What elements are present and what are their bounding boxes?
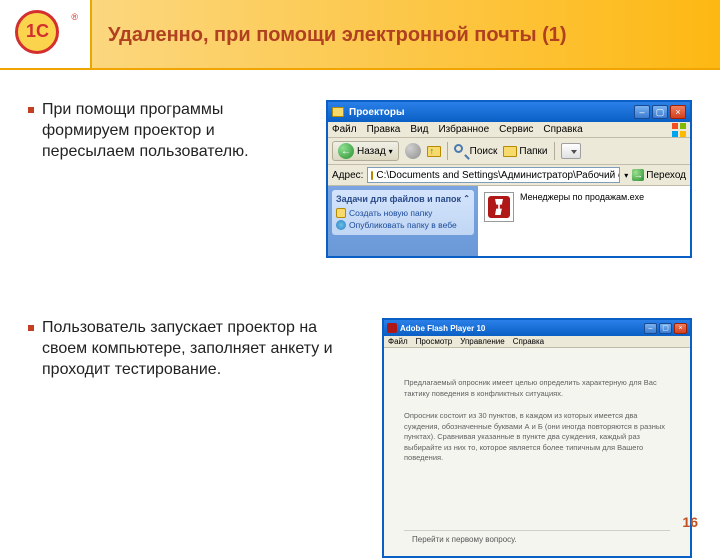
minimize-button[interactable]: – [634, 105, 650, 119]
flash-close-button[interactable]: × [674, 323, 687, 334]
flash-title: Adobe Flash Player 10 [400, 324, 644, 333]
toolbar-separator [447, 142, 448, 160]
explorer-titlebar[interactable]: Проекторы – ▢ × [328, 102, 690, 122]
survey-intro-2: Опросник состоит из 30 пунктов, в каждом… [404, 411, 670, 464]
menu-help[interactable]: Справка [543, 124, 582, 135]
address-dropdown-icon[interactable]: ▾ [624, 171, 628, 180]
explorer-window: Проекторы – ▢ × Файл Правка Вид Избранно… [326, 100, 692, 258]
survey-intro-1: Предлагаемый опросник имеет целью опреде… [404, 378, 670, 399]
collapse-icon: ⌃ [463, 194, 470, 204]
search-button[interactable]: Поиск [454, 144, 498, 158]
logo-text: 1C [26, 21, 49, 42]
flash-maximize-button[interactable]: ▢ [659, 323, 672, 334]
menu-view[interactable]: Вид [410, 124, 428, 135]
globe-icon [336, 220, 346, 230]
file-name[interactable]: Менеджеры по продажам.exe [520, 192, 644, 202]
close-button[interactable]: × [670, 105, 686, 119]
flash-exe-icon[interactable] [484, 192, 514, 222]
go-button[interactable]: → Переход [632, 169, 686, 181]
tasks-panel: Задачи для файлов и папок ⌃ Создать нову… [328, 186, 478, 256]
go-arrow-icon: → [632, 169, 644, 181]
logo-trademark: ® [71, 12, 78, 22]
logo-1c: 1C ® [15, 10, 70, 60]
task-create-folder[interactable]: Создать новую папку [336, 207, 470, 219]
go-first-question-link[interactable]: Перейти к первому вопросу. [404, 530, 670, 548]
flash-menu-file[interactable]: Файл [388, 337, 408, 346]
new-folder-icon [336, 208, 346, 218]
explorer-menubar: Файл Правка Вид Избранное Сервис Справка [328, 122, 690, 138]
folder-icon [371, 171, 373, 180]
toolbar-separator-2 [554, 142, 555, 160]
flash-player-window: Adobe Flash Player 10 – ▢ × Файл Просмот… [382, 318, 692, 558]
chevron-down-icon: ▾ [389, 147, 393, 156]
forward-button[interactable] [405, 143, 421, 159]
search-icon [454, 144, 468, 158]
task2-label: Опубликовать папку в вебе [349, 220, 457, 230]
slide-title: Удаленно, при помощи электронной почты (… [108, 24, 567, 47]
tasks-title[interactable]: Задачи для файлов и папок ⌃ [336, 194, 470, 204]
task1-label: Создать новую папку [349, 208, 432, 218]
file-list[interactable]: Менеджеры по продажам.exe [478, 186, 690, 256]
menu-tools[interactable]: Сервис [499, 124, 533, 135]
go-label: Переход [646, 170, 686, 181]
search-label: Поиск [470, 146, 498, 157]
windows-flag-icon [672, 123, 686, 137]
menu-edit[interactable]: Правка [367, 124, 401, 135]
folder-icon [332, 107, 344, 117]
back-arrow-icon: ← [338, 143, 354, 159]
bullet-1: При помощи программы формируем проектор … [28, 100, 308, 162]
flash-player-icon [387, 323, 397, 333]
flash-content: Предлагаемый опросник имеет целью опреде… [384, 348, 690, 556]
address-input[interactable]: C:\Documents and Settings\Администратор\… [367, 167, 620, 183]
views-button[interactable] [561, 143, 581, 159]
folders-label: Папки [519, 146, 547, 157]
page-number: 16 [682, 514, 698, 530]
header-separator [90, 0, 92, 70]
flash-menu-control[interactable]: Управление [460, 337, 504, 346]
explorer-addressbar: Адрес: C:\Documents and Settings\Админис… [328, 165, 690, 186]
back-button[interactable]: ← Назад ▾ [332, 141, 399, 161]
flash-menubar: Файл Просмотр Управление Справка [384, 336, 690, 348]
slide-header: 1C ® Удаленно, при помощи электронной по… [0, 0, 720, 70]
explorer-body: Задачи для файлов и папок ⌃ Создать нову… [328, 186, 690, 256]
flash-menu-help[interactable]: Справка [513, 337, 544, 346]
maximize-button[interactable]: ▢ [652, 105, 668, 119]
folders-button[interactable]: Папки [503, 146, 547, 157]
flash-menu-view[interactable]: Просмотр [416, 337, 453, 346]
bullet-2: Пользователь запускает проектор на своем… [28, 318, 348, 380]
tasks-title-label: Задачи для файлов и папок [336, 194, 461, 204]
flash-minimize-button[interactable]: – [644, 323, 657, 334]
folders-icon [503, 146, 517, 157]
task-publish-web[interactable]: Опубликовать папку в вебе [336, 219, 470, 231]
address-label: Адрес: [332, 170, 363, 181]
explorer-title: Проекторы [349, 107, 634, 118]
menu-favorites[interactable]: Избранное [438, 124, 489, 135]
menu-file[interactable]: Файл [332, 124, 357, 135]
back-label: Назад [357, 146, 386, 157]
explorer-toolbar: ← Назад ▾ ↑ Поиск Папки [328, 138, 690, 165]
up-folder-button[interactable]: ↑ [427, 146, 441, 157]
address-path: C:\Documents and Settings\Администратор\… [376, 170, 620, 181]
flash-titlebar[interactable]: Adobe Flash Player 10 – ▢ × [384, 320, 690, 336]
